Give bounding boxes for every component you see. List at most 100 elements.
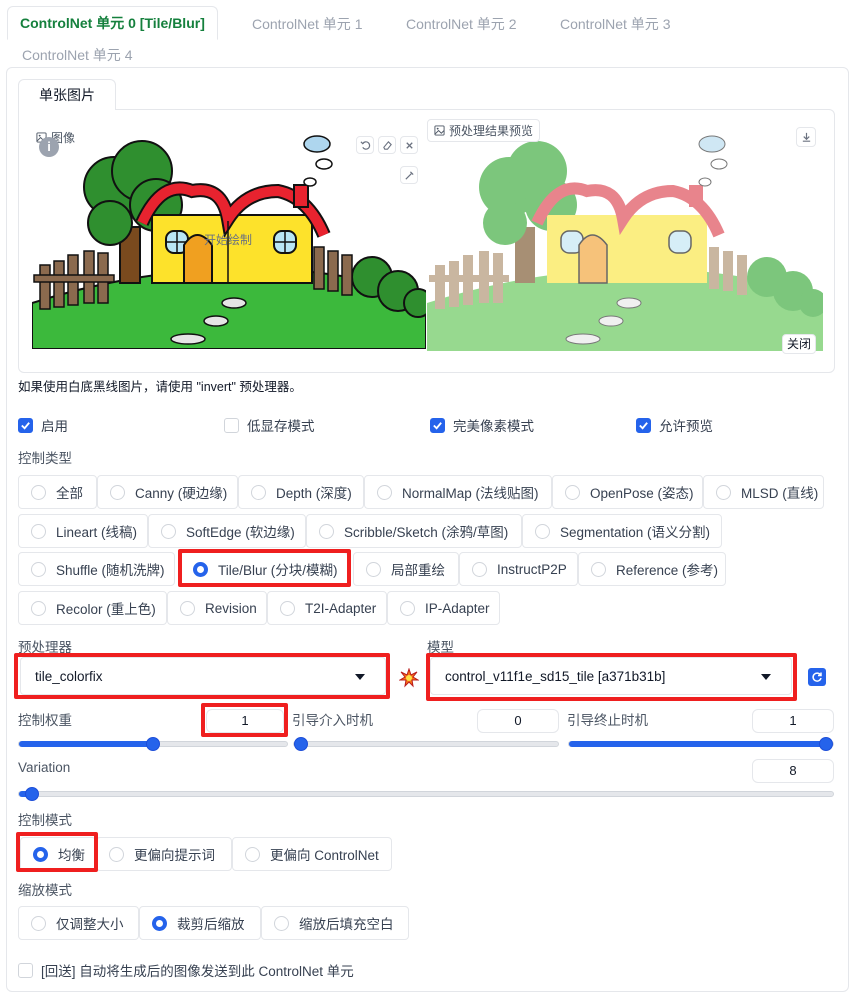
checkbox-loopback-label: [回送] 自动将生成后的图像发送到此 ControlNet 单元 bbox=[41, 964, 354, 979]
control-type-t2i-adapter[interactable]: T2I-Adapter bbox=[267, 591, 387, 625]
option-label: 裁剪后缩放 bbox=[177, 917, 245, 932]
radio-dot[interactable] bbox=[377, 484, 392, 500]
brush-button[interactable] bbox=[400, 166, 418, 184]
checkbox-low-vram-box[interactable] bbox=[224, 417, 239, 433]
control-mode-prompt[interactable]: 更偏向提示词 bbox=[96, 837, 232, 871]
start-slider-thumb[interactable] bbox=[294, 737, 308, 751]
tab-unit-0[interactable]: ControlNet 单元 0 [Tile/Blur] bbox=[7, 6, 218, 40]
weight-slider-thumb[interactable] bbox=[146, 737, 160, 751]
control-type-instructp2p[interactable]: InstructP2P bbox=[459, 552, 578, 586]
control-type-segmentation[interactable]: Segmentation (语义分割) bbox=[522, 514, 722, 548]
weight-input[interactable]: 1 bbox=[206, 709, 284, 733]
invert-hint: 如果使用白底黑线图片，请使用 "invert" 预处理器。 bbox=[18, 380, 302, 394]
tab-unit-3[interactable]: ControlNet 单元 3 bbox=[560, 14, 670, 34]
control-mode-balanced[interactable]: 均衡 bbox=[20, 837, 96, 871]
model-dropdown[interactable]: control_v11f1e_sd15_tile [a371b31b] bbox=[430, 657, 792, 695]
resize-mode-crop[interactable]: 裁剪后缩放 bbox=[139, 906, 261, 940]
checkbox-loopback-box[interactable] bbox=[18, 962, 33, 978]
control-type-reference[interactable]: Reference (参考) bbox=[578, 552, 726, 586]
control-type-softedge[interactable]: SoftEdge (软边缘) bbox=[148, 514, 306, 548]
checkbox-low-vram[interactable]: 低显存模式 bbox=[224, 415, 315, 435]
control-type-scribble[interactable]: Scribble/Sketch (涂鸦/草图) bbox=[306, 514, 522, 548]
checkbox-low-vram-label: 低显存模式 bbox=[247, 419, 315, 434]
end-input[interactable]: 1 bbox=[752, 709, 834, 733]
end-slider[interactable] bbox=[568, 737, 834, 751]
radio-dot[interactable] bbox=[109, 846, 124, 862]
preprocessor-label: 预处理器 bbox=[18, 640, 72, 655]
radio-dot[interactable] bbox=[366, 561, 381, 577]
checkbox-enable[interactable]: 启用 bbox=[18, 415, 68, 435]
variation-input[interactable]: 8 bbox=[752, 759, 834, 783]
download-button[interactable] bbox=[796, 127, 816, 147]
radio-dot[interactable] bbox=[31, 600, 46, 616]
draw-overlay-text: 开始绘制 bbox=[204, 233, 253, 247]
radio-dot[interactable] bbox=[31, 561, 46, 577]
radio-dot[interactable] bbox=[152, 915, 167, 931]
check-icon bbox=[21, 421, 30, 430]
start-slider[interactable] bbox=[293, 737, 559, 751]
control-type-tile-blur[interactable]: Tile/Blur (分块/模糊) bbox=[180, 552, 348, 586]
clear-button[interactable] bbox=[400, 136, 418, 154]
control-type-canny[interactable]: Canny (硬边缘) bbox=[97, 475, 238, 509]
checkbox-allow-preview-box[interactable] bbox=[636, 417, 651, 433]
radio-dot[interactable] bbox=[716, 484, 731, 500]
radio-dot[interactable] bbox=[274, 915, 289, 931]
radio-dot[interactable] bbox=[319, 523, 334, 539]
checkbox-pixel-perfect-box[interactable] bbox=[430, 417, 445, 433]
tab-unit-2[interactable]: ControlNet 单元 2 bbox=[406, 14, 516, 34]
control-type-inpaint[interactable]: 局部重绘 bbox=[353, 552, 459, 586]
option-label: MLSD (直线) bbox=[741, 486, 819, 501]
control-type-all[interactable]: 全部 bbox=[18, 475, 97, 509]
weight-slider[interactable] bbox=[18, 737, 288, 751]
variation-slider[interactable] bbox=[18, 787, 834, 801]
radio-dot[interactable] bbox=[245, 846, 260, 862]
checkbox-pixel-perfect[interactable]: 完美像素模式 bbox=[430, 415, 534, 435]
eraser-button[interactable] bbox=[378, 136, 396, 154]
control-type-ip-adapter[interactable]: IP-Adapter bbox=[387, 591, 500, 625]
control-type-revision[interactable]: Revision bbox=[167, 591, 267, 625]
control-type-normalmap[interactable]: NormalMap (法线贴图) bbox=[364, 475, 552, 509]
radio-dot[interactable] bbox=[591, 561, 606, 577]
undo-button[interactable] bbox=[356, 136, 374, 154]
checkbox-allow-preview[interactable]: 允许预览 bbox=[636, 415, 713, 435]
radio-dot[interactable] bbox=[251, 484, 266, 500]
checkbox-enable-label: 启用 bbox=[41, 419, 68, 434]
radio-dot[interactable] bbox=[280, 600, 295, 616]
control-type-lineart[interactable]: Lineart (线稿) bbox=[18, 514, 148, 548]
checkbox-allow-preview-label: 允许预览 bbox=[659, 419, 713, 434]
close-preview-button[interactable]: 关闭 bbox=[782, 334, 817, 354]
resize-mode-fill[interactable]: 缩放后填充空白 bbox=[261, 906, 409, 940]
radio-dot[interactable] bbox=[161, 523, 176, 539]
end-slider-thumb[interactable] bbox=[819, 737, 833, 751]
start-input[interactable]: 0 bbox=[477, 709, 559, 733]
resize-mode-just-resize[interactable]: 仅调整大小 bbox=[18, 906, 139, 940]
info-icon[interactable]: i bbox=[39, 137, 59, 157]
tab-single-image[interactable]: 单张图片 bbox=[18, 79, 116, 110]
radio-dot[interactable] bbox=[400, 600, 415, 616]
radio-dot[interactable] bbox=[31, 915, 46, 931]
checkbox-loopback[interactable]: [回送] 自动将生成后的图像发送到此 ControlNet 单元 bbox=[18, 960, 354, 980]
tab-unit-1[interactable]: ControlNet 单元 1 bbox=[252, 14, 362, 34]
radio-dot[interactable] bbox=[110, 484, 125, 500]
radio-dot[interactable] bbox=[33, 846, 48, 862]
tab-unit-4[interactable]: ControlNet 单元 4 bbox=[22, 45, 132, 65]
preprocessor-dropdown[interactable]: tile_colorfix bbox=[20, 657, 386, 695]
control-type-recolor[interactable]: Recolor (重上色) bbox=[18, 591, 167, 625]
radio-dot[interactable] bbox=[535, 523, 550, 539]
control-type-mlsd[interactable]: MLSD (直线) bbox=[703, 475, 824, 509]
radio-dot[interactable] bbox=[31, 484, 46, 500]
control-type-shuffle[interactable]: Shuffle (随机洗牌) bbox=[18, 552, 175, 586]
end-label: 引导终止时机 bbox=[567, 713, 648, 728]
checkbox-enable-box[interactable] bbox=[18, 417, 33, 433]
end-slider-fill bbox=[569, 741, 826, 747]
radio-dot[interactable] bbox=[180, 600, 195, 616]
control-type-depth[interactable]: Depth (深度) bbox=[238, 475, 364, 509]
radio-dot[interactable] bbox=[565, 484, 580, 500]
refresh-models-button[interactable] bbox=[808, 668, 826, 686]
radio-dot[interactable] bbox=[193, 561, 208, 577]
control-mode-controlnet[interactable]: 更偏向 ControlNet bbox=[232, 837, 392, 871]
control-type-openpose[interactable]: OpenPose (姿态) bbox=[552, 475, 703, 509]
run-preprocessor-icon[interactable] bbox=[399, 668, 419, 688]
radio-dot[interactable] bbox=[472, 561, 487, 577]
radio-dot[interactable] bbox=[31, 523, 46, 539]
